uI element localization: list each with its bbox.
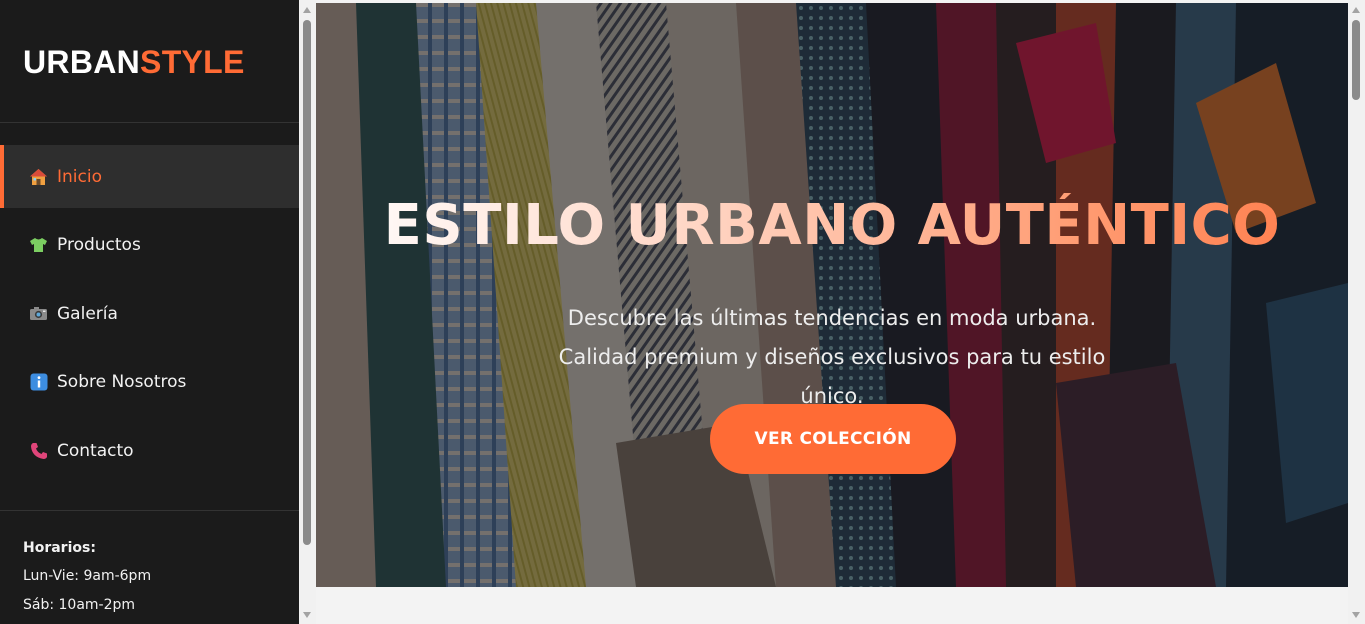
site-logo[interactable]: URBANSTYLE: [0, 0, 299, 123]
phone-icon: [28, 442, 49, 460]
logo-text-style: STYLE: [140, 44, 245, 80]
house-icon: [28, 168, 49, 186]
camera-icon: [28, 305, 49, 323]
sidebar-item-productos[interactable]: Productos: [0, 214, 299, 277]
sidebar-scrollbar[interactable]: [299, 0, 316, 624]
sidebar: URBANSTYLE Inicio Productos Galería Sobr…: [0, 0, 299, 624]
hours-saturday: Sáb: 10am-2pm: [23, 597, 136, 613]
page-scrollbar[interactable]: [1348, 0, 1365, 624]
sidebar-item-label: Sobre Nosotros: [57, 372, 187, 392]
sidebar-item-label: Contacto: [57, 440, 134, 461]
sidebar-nav: Inicio Productos Galería Sobre Nosotros …: [0, 123, 299, 482]
scroll-up-arrow-icon[interactable]: [1352, 7, 1360, 13]
sidebar-item-label: Inicio: [57, 166, 102, 187]
scroll-down-arrow-icon[interactable]: [1352, 612, 1360, 618]
sidebar-item-sobre-nosotros[interactable]: Sobre Nosotros: [0, 351, 299, 414]
hero-title: ESTILO URBANO AUTÉNTICO: [316, 193, 1348, 258]
sidebar-item-inicio[interactable]: Inicio: [0, 145, 299, 208]
content-below-hero: [316, 587, 1348, 624]
business-hours: Horarios: Lun-Vie: 9am-6pm Sáb: 10am-2pm: [0, 510, 299, 624]
info-icon: [28, 373, 49, 391]
ver-coleccion-button[interactable]: VER COLECCIÓN: [710, 404, 956, 474]
sidebar-scroll-thumb[interactable]: [303, 20, 311, 545]
hero-content: ESTILO URBANO AUTÉNTICO Descubre las últ…: [316, 3, 1348, 587]
hours-weekday: Lun-Vie: 9am-6pm: [23, 568, 152, 584]
sidebar-item-galeria[interactable]: Galería: [0, 282, 299, 345]
logo-text-urban: URBAN: [23, 44, 141, 80]
scroll-down-arrow-icon[interactable]: [303, 612, 311, 618]
hero-section: ESTILO URBANO AUTÉNTICO Descubre las últ…: [316, 3, 1348, 587]
tshirt-icon: [28, 236, 49, 254]
hours-title: Horarios:: [23, 540, 96, 556]
sidebar-item-label: Galería: [57, 303, 118, 324]
sidebar-item-contacto[interactable]: Contacto: [0, 419, 299, 482]
page-scroll-thumb[interactable]: [1352, 20, 1360, 100]
sidebar-item-label: Productos: [57, 235, 141, 255]
scroll-up-arrow-icon[interactable]: [303, 7, 311, 13]
hero-subtitle: Descubre las últimas tendencias en moda …: [558, 306, 1106, 408]
